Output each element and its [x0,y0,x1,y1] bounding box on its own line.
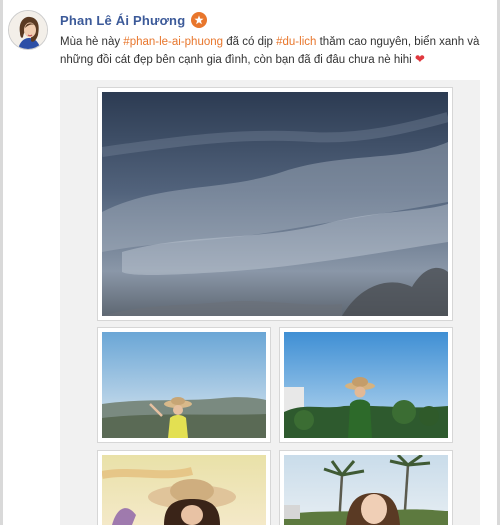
left-border [0,0,3,525]
hashtag-link[interactable]: #phan-le-ai-phuong [123,36,223,48]
heart-icon: ❤ [414,52,425,66]
mountain-hat-photo[interactable] [97,327,271,443]
desert-hat-photo[interactable] [97,450,271,525]
post-text-part: Mùa hè này [60,36,124,48]
author-name[interactable]: Phan Lê Ái Phương [60,13,185,28]
post-text-part: đã có dịp [223,36,277,48]
author-row: Phan Lê Ái Phương [60,12,208,28]
photo-gallery [60,80,480,525]
cloudy-sky-photo[interactable] [97,87,453,321]
palm-trees-photo[interactable] [279,450,453,525]
post-text: Mùa hè này #phan-le-ai-phuong đã có dịp … [60,34,490,69]
hashtag-link[interactable]: #du-lich [276,36,316,48]
verified-badge-icon [191,12,208,28]
forest-hat-photo[interactable] [279,327,453,443]
avatar[interactable] [8,10,48,50]
